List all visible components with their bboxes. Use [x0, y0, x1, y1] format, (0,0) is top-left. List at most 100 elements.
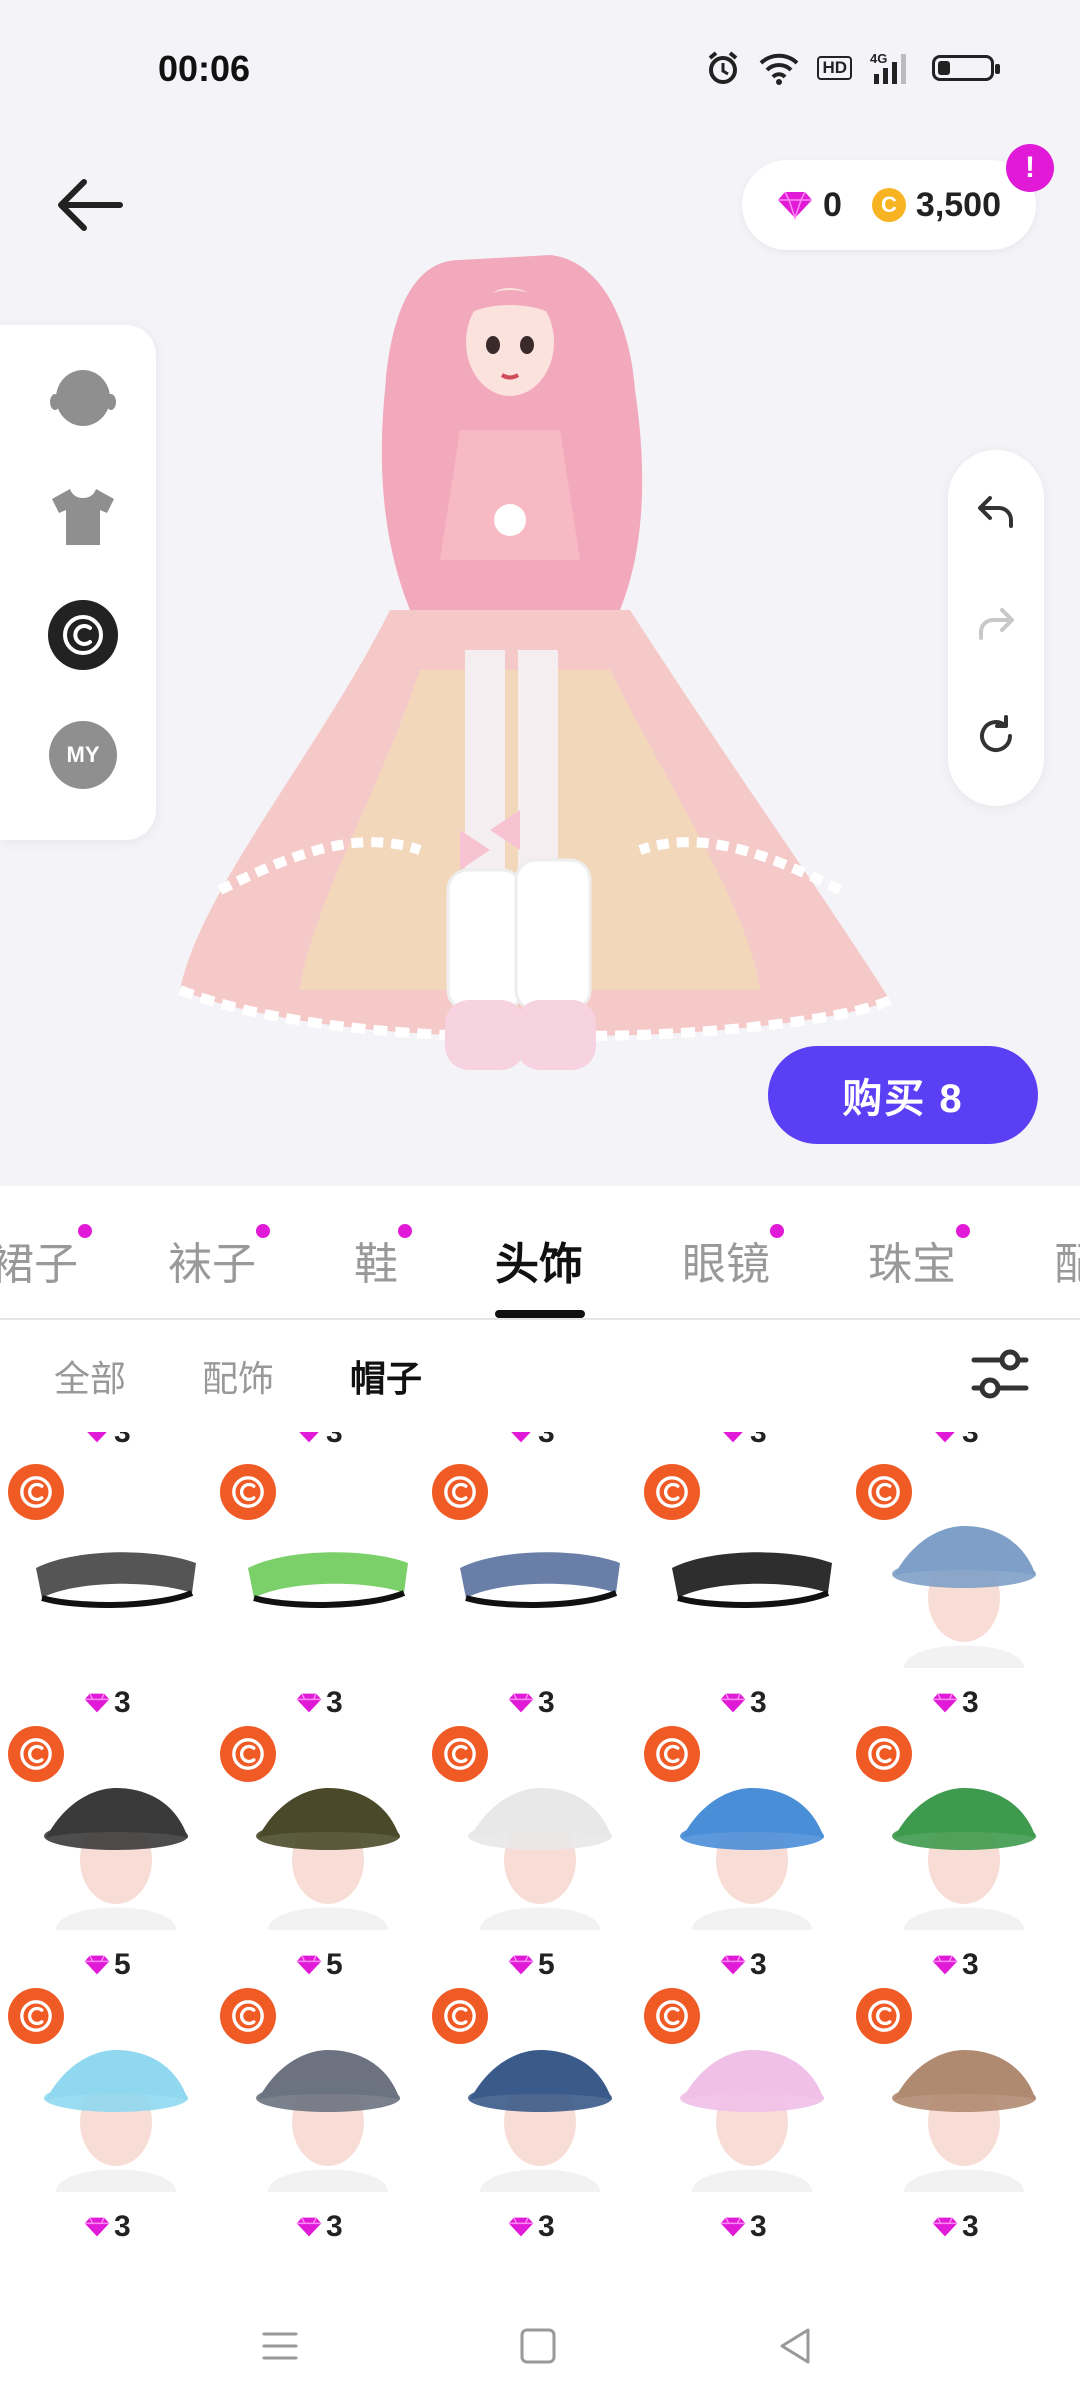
redo-icon[interactable]: [972, 600, 1020, 648]
copyright-badge-icon: [432, 1988, 488, 2044]
copyright-icon: [48, 600, 118, 670]
price-value: 3: [114, 2210, 131, 2243]
active-tab-indicator: [495, 1310, 585, 1318]
hat-item[interactable]: [856, 1988, 1064, 2192]
hat-item[interactable]: [8, 1726, 216, 1930]
filter-icon[interactable]: [970, 1346, 1030, 1402]
tab-socks[interactable]: 袜子: [168, 1224, 270, 1292]
subcategory-tabs: 全部 配饰 帽子: [0, 1336, 1080, 1416]
item-price: 5: [84, 1948, 131, 1982]
status-icons: HD 4G: [705, 50, 1000, 86]
coin-count: 3,500: [915, 185, 1001, 224]
reset-icon[interactable]: [972, 712, 1020, 760]
undo-icon[interactable]: [972, 488, 1020, 536]
gem-icon: [296, 2217, 322, 2237]
copyright-badge-icon: [856, 1726, 912, 1782]
gem-icon: [508, 1693, 534, 1713]
hat-item[interactable]: [8, 1988, 216, 2192]
menu-icon[interactable]: [258, 2324, 302, 2368]
item-price: 3: [508, 1686, 555, 1720]
new-dot: [398, 1224, 412, 1238]
tshirt-icon: [52, 489, 114, 545]
gem-icon: [935, 1432, 955, 1443]
gem-icon: [932, 1693, 958, 1713]
notice-badge[interactable]: !: [1006, 144, 1054, 192]
wifi-icon: [760, 53, 799, 85]
hat-item[interactable]: [644, 1988, 852, 2192]
edit-history-panel: [948, 450, 1044, 806]
copyright-category-button[interactable]: [48, 600, 118, 670]
new-dot: [770, 1224, 784, 1238]
new-dot: [256, 1224, 270, 1238]
price-value: 3: [750, 1686, 767, 1719]
signal-icon: 4G: [870, 51, 906, 84]
hat-item[interactable]: [432, 1988, 640, 2192]
copyright-badge-icon: [644, 1726, 700, 1782]
gem-icon: [508, 2217, 534, 2237]
gem-icon: [511, 1432, 531, 1443]
tab-accessory[interactable]: 配: [1054, 1228, 1080, 1292]
item-price: 3: [932, 1948, 979, 1982]
hat-item[interactable]: [856, 1726, 1064, 1930]
price-value: 3: [326, 1686, 343, 1719]
subtab-hats[interactable]: 帽子: [350, 1350, 422, 1402]
copyright-badge-icon: [220, 1464, 276, 1520]
item-price: 3: [720, 1432, 767, 1450]
new-dot: [78, 1224, 92, 1238]
price-value: 3: [962, 1432, 979, 1449]
item-price: 3: [296, 1432, 343, 1450]
price-value: 3: [326, 1432, 343, 1449]
hat-item[interactable]: [856, 1464, 1064, 1668]
item-sheet: 裙子 袜子 鞋 头饰 眼镜 珠宝 配 全部 配饰 帽子 3 3 3 3 3 3 3 3 3 3 5 5…: [0, 1186, 1080, 2400]
item-price: 3: [84, 1686, 131, 1720]
copyright-badge-icon: [8, 1988, 64, 2044]
hat-item[interactable]: [644, 1726, 852, 1930]
gem-icon: [720, 1693, 746, 1713]
item-price: 5: [508, 1948, 555, 1982]
coin-icon: C: [871, 188, 906, 222]
avatar-character[interactable]: [160, 230, 920, 1150]
system-nav-bar: [0, 2290, 1080, 2400]
price-value: 3: [750, 1432, 767, 1449]
tab-skirt[interactable]: 裙子: [0, 1224, 92, 1292]
hat-item[interactable]: [220, 1464, 428, 1668]
item-price: 3: [932, 1432, 979, 1450]
back-nav-icon[interactable]: [774, 2324, 818, 2368]
subtab-all[interactable]: 全部: [54, 1350, 126, 1402]
price-value: 5: [538, 1948, 555, 1981]
clothing-category-button[interactable]: [48, 482, 118, 552]
price-value: 5: [114, 1948, 131, 1981]
copyright-badge-icon: [432, 1726, 488, 1782]
price-value: 3: [750, 2210, 767, 2243]
subtab-accessories[interactable]: 配饰: [202, 1350, 274, 1402]
tab-shoes[interactable]: 鞋: [354, 1224, 412, 1292]
copyright-badge-icon: [644, 1988, 700, 2044]
price-value: 3: [114, 1432, 131, 1449]
head-icon: [50, 370, 116, 426]
copyright-badge-icon: [432, 1464, 488, 1520]
hat-item[interactable]: [220, 1726, 428, 1930]
tab-jewelry[interactable]: 珠宝: [868, 1224, 970, 1292]
my-category-button[interactable]: MY: [48, 720, 118, 790]
hat-item[interactable]: [644, 1464, 852, 1668]
price-value: 3: [114, 1686, 131, 1719]
tab-glasses[interactable]: 眼镜: [682, 1224, 784, 1292]
item-price: 3: [932, 2210, 979, 2244]
hat-item[interactable]: [432, 1726, 640, 1930]
head-category-button[interactable]: [48, 365, 118, 435]
price-value: 5: [326, 1948, 343, 1981]
copyright-badge-icon: [856, 1464, 912, 1520]
back-button[interactable]: [50, 170, 130, 240]
hat-item[interactable]: [220, 1988, 428, 2192]
price-value: 3: [326, 2210, 343, 2243]
copyright-badge-icon: [644, 1464, 700, 1520]
tab-headwear[interactable]: 头饰: [495, 1228, 583, 1292]
buy-button[interactable]: 购买 8: [768, 1046, 1038, 1144]
item-price: 3: [84, 1432, 131, 1450]
status-time: 00:06: [158, 48, 251, 89]
hat-item[interactable]: [432, 1464, 640, 1668]
home-icon[interactable]: [516, 2324, 560, 2368]
copyright-badge-icon: [856, 1988, 912, 2044]
copyright-badge-icon: [220, 1726, 276, 1782]
hat-item[interactable]: [8, 1464, 216, 1668]
